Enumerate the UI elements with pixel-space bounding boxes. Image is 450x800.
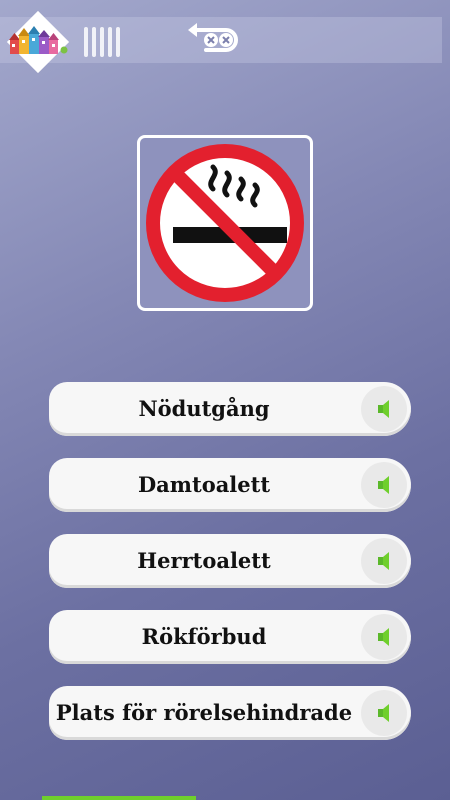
undo-button[interactable] — [186, 20, 248, 60]
progress-mark — [108, 27, 112, 57]
answer-button[interactable]: Herrtoalett — [49, 534, 411, 588]
bottom-progress-line — [42, 796, 196, 800]
progress-mark — [116, 27, 120, 57]
app-logo[interactable] — [2, 6, 74, 78]
progress-indicator — [84, 27, 120, 57]
answer-button[interactable]: Nödutgång — [49, 382, 411, 436]
answer-label: Rökförbud — [141, 624, 267, 649]
sound-button[interactable] — [361, 386, 407, 432]
answer-button[interactable]: Damtoalett — [49, 458, 411, 512]
sound-button[interactable] — [361, 462, 407, 508]
sound-button[interactable] — [361, 690, 407, 736]
speaker-icon — [378, 400, 389, 418]
speaker-icon — [378, 552, 389, 570]
speaker-icon — [378, 476, 389, 494]
speaker-icon — [378, 704, 389, 722]
progress-mark — [84, 27, 88, 57]
sound-button[interactable] — [361, 538, 407, 584]
progress-mark — [92, 27, 96, 57]
answer-label: Plats för rörelsehindrade — [55, 700, 353, 725]
answer-label: Damtoalett — [137, 472, 271, 497]
answer-list: Nödutgång Damtoalett Herrtoalett Rökförb… — [49, 382, 411, 762]
answer-label: Herrtoalett — [137, 548, 271, 573]
colorful-houses-logo-icon — [6, 10, 70, 74]
no-smoking-sign-icon — [146, 144, 304, 302]
progress-mark — [100, 27, 104, 57]
answer-button[interactable]: Plats för rörelsehindrade — [49, 686, 411, 740]
undo-arrow-icon — [188, 23, 238, 52]
speaker-icon — [378, 628, 389, 646]
question-image — [137, 135, 313, 311]
answer-label: Nödutgång — [138, 396, 270, 421]
answer-button[interactable]: Rökförbud — [49, 610, 411, 664]
sound-button[interactable] — [361, 614, 407, 660]
